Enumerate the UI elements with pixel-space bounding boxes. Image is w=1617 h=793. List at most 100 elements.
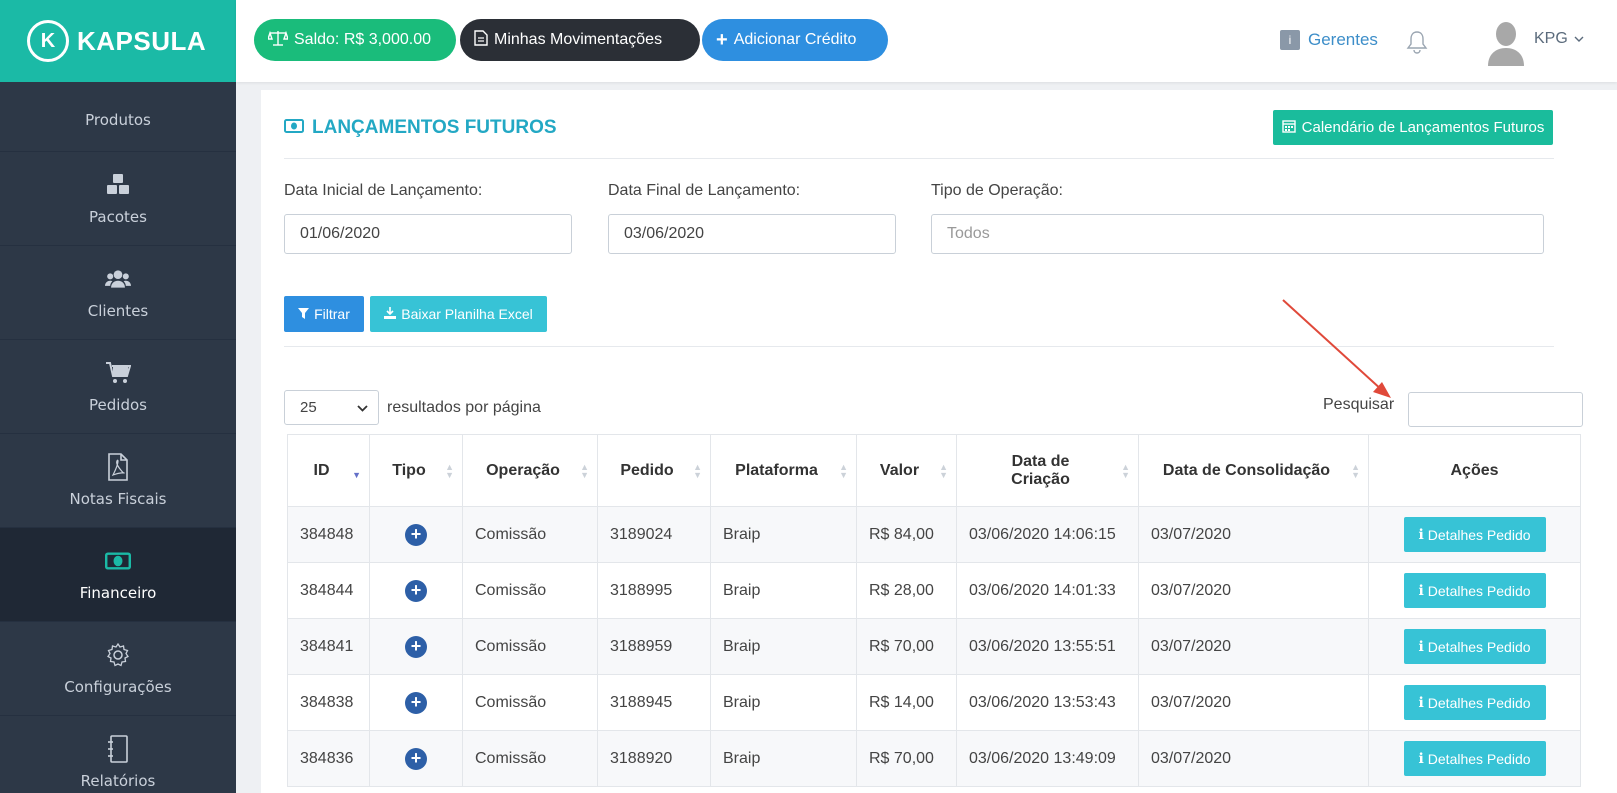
sort-icon: ▲ ▼ [1121, 461, 1130, 480]
detalhes-pedido-button[interactable]: ℹ Detalhes Pedido [1403, 629, 1546, 664]
cell-acoes: ℹ Detalhes Pedido [1368, 562, 1581, 619]
cell-data-consolidacao: 03/07/2020 [1138, 674, 1369, 731]
sidebar-item-financeiro[interactable]: Financeiro [0, 528, 236, 622]
sidebar-item-clientes[interactable]: Clientes [0, 246, 236, 340]
baixar-excel-button[interactable]: Baixar Planilha Excel [370, 296, 547, 332]
cell-acoes: ℹ Detalhes Pedido [1368, 506, 1581, 563]
plus-circle-icon: + [405, 691, 427, 714]
plus-circle-icon: + [405, 635, 427, 658]
notebook-icon [105, 734, 131, 763]
sidebar-item-configuracoes[interactable]: Configurações [0, 622, 236, 716]
data-inicial-label: Data Inicial de Lançamento: [284, 182, 483, 199]
sidebar-item-label: Configurações [64, 677, 172, 696]
cell-acoes: ℹ Detalhes Pedido [1368, 618, 1581, 675]
cell-tipo: + [369, 674, 463, 731]
detalhes-pedido-button[interactable]: ℹ Detalhes Pedido [1403, 741, 1546, 776]
sidebar-item-label: Financeiro [79, 583, 157, 602]
column-header-data-criacao[interactable]: Data de Criação ▲ ▼ [956, 434, 1139, 507]
detalhes-pedido-button[interactable]: ℹ Detalhes Pedido [1403, 685, 1546, 720]
minhas-movimentacoes-button[interactable]: Minhas Movimentações [460, 19, 700, 61]
plus-circle-icon: + [405, 523, 427, 546]
filtrar-label: Filtrar [314, 306, 350, 322]
sidebar-item-label: Notas Fiscais [69, 489, 167, 508]
cell-operacao: Comissão [462, 506, 598, 563]
sidebar-item-label: Pacotes [89, 207, 147, 226]
cell-id: 384841 [287, 618, 370, 675]
user-menu[interactable]: KPG [1534, 30, 1584, 48]
adicionar-credito-button[interactable]: + Adicionar Crédito [702, 19, 888, 61]
sidebar-item-relatorios[interactable]: Relatórios [0, 716, 236, 793]
per-page-control: 25 resultados por página [284, 390, 541, 425]
chevron-down-icon [357, 399, 368, 416]
document-icon [474, 29, 488, 51]
column-header-acoes: Ações [1368, 434, 1581, 507]
column-header-data-consolidacao[interactable]: Data de Consolidação ▲ ▼ [1138, 434, 1369, 507]
sidebar-nav: Produtos Pacotes Clientes Pedidos Notas … [0, 82, 236, 793]
gerentes-link[interactable]: i Gerentes [1280, 30, 1378, 50]
cell-data-criacao: 03/06/2020 13:55:51 [956, 618, 1139, 675]
column-header-id[interactable]: ID▲▼ [287, 434, 370, 507]
sort-desc-icon: ▲▼ [352, 469, 361, 480]
sidebar-item-label: Clientes [87, 301, 149, 320]
detalhes-pedido-button[interactable]: ℹ Detalhes Pedido [1403, 573, 1546, 608]
filtrar-button[interactable]: Filtrar [284, 296, 364, 332]
column-header-operacao[interactable]: Operação ▲ ▼ [462, 434, 598, 507]
cell-valor: R$ 14,00 [856, 674, 957, 731]
saldo-label: Saldo: R$ 3,000.00 [294, 31, 431, 48]
calendario-button[interactable]: Calendário de Lançamentos Futuros [1273, 110, 1553, 145]
cell-id: 384836 [287, 730, 370, 787]
cell-valor: R$ 84,00 [856, 506, 957, 563]
avatar[interactable] [1486, 20, 1526, 66]
table-row: 384844 + Comissão 3188995 Braip R$ 28,00 03/06… [287, 562, 1581, 619]
cell-pedido: 3188945 [597, 674, 711, 731]
data-inicial-input[interactable]: 01/06/2020 [284, 214, 572, 254]
logo[interactable]: K KAPSULA [0, 0, 236, 82]
table-header-row: ID▲▼ Tipo▲▼ Operação▲▼ Pedido▲▼ Platafor… [287, 434, 1581, 507]
per-page-select[interactable]: 25 [284, 390, 379, 425]
tipo-operacao-label: Tipo de Operação: [931, 182, 1063, 199]
sidebar-item-label: Relatórios [80, 771, 156, 790]
detalhes-label: Detalhes Pedido [1427, 750, 1531, 767]
sidebar-item-pacotes[interactable]: Pacotes [0, 152, 236, 246]
top-bar: Saldo: R$ 3,000.00 Minhas Movimentações … [236, 0, 1617, 82]
cell-tipo: + [369, 730, 463, 787]
data-final-input[interactable]: 03/06/2020 [608, 214, 896, 254]
logo-text: KAPSULA [77, 25, 207, 56]
detalhes-label: Detalhes Pedido [1427, 526, 1531, 543]
column-header-valor[interactable]: Valor ▲ ▼ [856, 434, 957, 507]
sidebar-item-produtos[interactable]: Produtos [0, 82, 236, 152]
sort-icon: ▲ ▼ [693, 461, 702, 480]
logo-mark-icon: K [27, 20, 69, 62]
column-header-plataforma[interactable]: Plataforma ▲ ▼ [710, 434, 857, 507]
bell-icon[interactable] [1406, 30, 1428, 58]
chevron-down-icon [1574, 30, 1584, 48]
info-icon: ℹ [1418, 750, 1424, 766]
table-row: 384848 + Comissão 3189024 Braip R$ 84,00 03/06… [287, 506, 1581, 563]
cell-data-criacao: 03/06/2020 13:53:43 [956, 674, 1139, 731]
column-header-pedido[interactable]: Pedido ▲ ▼ [597, 434, 711, 507]
plus-icon: + [716, 28, 728, 51]
tipo-operacao-select[interactable]: Todos [931, 214, 1544, 254]
per-page-label: resultados por página [387, 398, 541, 416]
cubes-icon [105, 172, 131, 198]
column-header-tipo[interactable]: Tipo ▲ ▼ [369, 434, 463, 507]
page-title: LANÇAMENTOS FUTUROS [284, 117, 557, 139]
cart-icon [105, 360, 131, 386]
saldo-button[interactable]: Saldo: R$ 3,000.00 [254, 19, 456, 61]
cell-valor: R$ 70,00 [856, 618, 957, 675]
cell-tipo: + [369, 618, 463, 675]
sidebar-item-pedidos[interactable]: Pedidos [0, 340, 236, 434]
table-row: 384841 + Comissão 3188959 Braip R$ 70,00 03/06… [287, 618, 1581, 675]
info-icon: ℹ [1418, 582, 1424, 598]
cell-data-consolidacao: 03/07/2020 [1138, 506, 1369, 563]
detalhes-pedido-button[interactable]: ℹ Detalhes Pedido [1403, 517, 1546, 552]
info-icon: ℹ [1418, 694, 1424, 710]
cell-data-consolidacao: 03/07/2020 [1138, 618, 1369, 675]
sidebar-item-label: Produtos [85, 111, 151, 129]
sidebar-item-notas-fiscais[interactable]: Notas Fiscais [0, 434, 236, 528]
gerentes-label: Gerentes [1308, 30, 1378, 49]
sort-icon: ▲ ▼ [580, 461, 589, 480]
sort-icon: ▲ ▼ [839, 461, 848, 480]
search-input[interactable] [1408, 392, 1583, 427]
info-icon: ℹ [1418, 526, 1424, 542]
